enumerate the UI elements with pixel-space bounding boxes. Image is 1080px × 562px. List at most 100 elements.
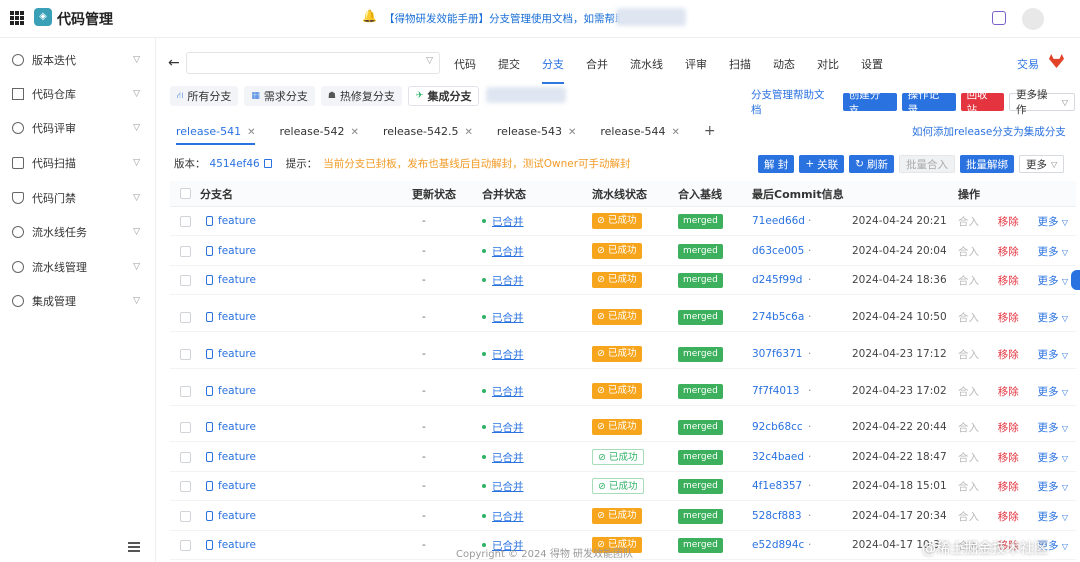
commit-hash[interactable]: 7f7f4013 xyxy=(752,385,808,397)
tab-compare[interactable]: 对比 xyxy=(817,56,839,72)
tab-review[interactable]: 评审 xyxy=(685,56,707,72)
close-icon[interactable]: ✕ xyxy=(247,127,255,138)
commit-hash[interactable]: 307f6371 xyxy=(752,348,808,360)
merge-status[interactable]: 已合并 xyxy=(492,420,524,435)
branch-name[interactable]: feature xyxy=(218,385,256,397)
more-button[interactable]: 更多 ▽ xyxy=(1018,155,1065,173)
pipeline-status-badge[interactable]: ⊘ 已成功 xyxy=(592,309,642,325)
remove-button[interactable]: 移除 xyxy=(998,244,1019,259)
repo-select[interactable]: ▽ xyxy=(186,52,440,74)
commit-hash[interactable]: e52d894c xyxy=(752,539,808,551)
tab-scan[interactable]: 扫描 xyxy=(729,56,751,72)
apps-grid-icon[interactable] xyxy=(10,11,24,25)
branch-name[interactable]: feature xyxy=(218,539,256,551)
branch-name-cell[interactable]: feature xyxy=(200,451,412,463)
branch-name[interactable]: feature xyxy=(218,510,256,522)
row-more-button[interactable]: 更多 ▽ xyxy=(1038,420,1069,435)
branch-name-cell[interactable]: feature xyxy=(200,421,412,433)
remove-button[interactable]: 移除 xyxy=(998,509,1019,524)
add-tab-icon[interactable]: + xyxy=(704,123,716,139)
close-icon[interactable]: ✕ xyxy=(671,127,679,138)
pipeline-status-badge[interactable]: ⊘ 已成功 xyxy=(592,346,642,362)
branch-name-cell[interactable]: feature xyxy=(200,311,412,323)
release-tab[interactable]: release-544 ✕ xyxy=(600,125,679,138)
unseal-button[interactable]: 解 封 xyxy=(758,155,795,173)
sidebar-item-pipeline-manage[interactable]: 流水线管理 ▽ xyxy=(0,252,156,282)
branch-name-cell[interactable]: feature xyxy=(200,510,412,522)
sidebar-item-pipeline-task[interactable]: 流水线任务 ▽ xyxy=(0,217,156,247)
row-more-button[interactable]: 更多 ▽ xyxy=(1038,384,1069,399)
merge-in-button[interactable]: 合入 xyxy=(958,347,979,362)
merge-status[interactable]: 已合并 xyxy=(492,509,524,524)
floating-help-button[interactable] xyxy=(1071,270,1080,290)
tab-commits[interactable]: 提交 xyxy=(498,56,520,72)
pipeline-status-badge[interactable]: ⊘ 已成功 xyxy=(592,383,642,399)
filter-requirement-branches[interactable]: ▦ 需求分支 xyxy=(244,86,315,106)
branch-name[interactable]: feature xyxy=(218,421,256,433)
refresh-button[interactable]: ↻ 刷新 xyxy=(849,155,894,173)
merge-status[interactable]: 已合并 xyxy=(492,384,524,399)
merge-in-button[interactable]: 合入 xyxy=(958,214,979,229)
release-tab[interactable]: release-542.5 ✕ xyxy=(383,125,473,138)
row-more-button[interactable]: 更多 ▽ xyxy=(1038,347,1069,362)
branch-name[interactable]: feature xyxy=(218,451,256,463)
commit-hash[interactable]: d63ce005 xyxy=(752,245,808,257)
branch-name[interactable]: feature xyxy=(218,215,256,227)
merge-status-cell[interactable]: 已合并 xyxy=(482,214,592,229)
commit-hash[interactable]: 274b5c6a xyxy=(752,311,808,323)
help-doc-link[interactable]: 分支管理帮助文档 xyxy=(751,87,835,117)
row-checkbox[interactable] xyxy=(179,480,191,492)
merge-status[interactable]: 已合并 xyxy=(492,214,524,229)
merge-in-button[interactable]: 合入 xyxy=(958,273,979,288)
tab-activity[interactable]: 动态 xyxy=(773,56,795,72)
commit-hash[interactable]: 528cf883 xyxy=(752,510,808,522)
branch-name[interactable]: feature xyxy=(218,245,256,257)
merge-status-cell[interactable]: 已合并 xyxy=(482,244,592,259)
commit-hash[interactable]: 32c4baed xyxy=(752,451,808,463)
pipeline-status-badge[interactable]: ⊘ 已成功 xyxy=(592,419,642,435)
batch-unbind-button[interactable]: 批量解绑 xyxy=(959,155,1014,173)
row-more-button[interactable]: 更多 ▽ xyxy=(1038,273,1069,288)
remove-button[interactable]: 移除 xyxy=(998,479,1019,494)
row-more-button[interactable]: 更多 ▽ xyxy=(1038,244,1069,259)
remove-button[interactable]: 移除 xyxy=(998,214,1019,229)
merge-status-cell[interactable]: 已合并 xyxy=(482,310,592,325)
branch-name-cell[interactable]: feature xyxy=(200,245,412,257)
row-more-button[interactable]: 更多 ▽ xyxy=(1038,479,1069,494)
pipeline-status-badge[interactable]: ⊘ 已成功 xyxy=(592,449,644,465)
row-checkbox[interactable] xyxy=(179,245,191,257)
branch-name[interactable]: feature xyxy=(218,480,256,492)
commit-hash[interactable]: d245f99d xyxy=(752,274,808,286)
sidebar-item-review[interactable]: 代码评审 ▽ xyxy=(0,113,156,143)
release-tab[interactable]: release-542 ✕ xyxy=(279,125,358,138)
user-avatar[interactable] xyxy=(1022,8,1044,30)
branch-name-cell[interactable]: feature xyxy=(200,274,412,286)
row-checkbox[interactable] xyxy=(179,215,191,227)
merge-status[interactable]: 已合并 xyxy=(492,450,524,465)
remove-button[interactable]: 移除 xyxy=(998,273,1019,288)
row-checkbox[interactable] xyxy=(179,348,191,360)
branch-name[interactable]: feature xyxy=(218,311,256,323)
merge-status-cell[interactable]: 已合并 xyxy=(482,420,592,435)
more-actions-button[interactable]: 更多操作 ▽ xyxy=(1008,89,1075,116)
merge-in-button[interactable]: 合入 xyxy=(958,450,979,465)
remove-button[interactable]: 移除 xyxy=(998,347,1019,362)
gitlab-icon[interactable] xyxy=(1049,54,1064,68)
filter-integration-branches[interactable]: ✈ 集成分支 xyxy=(407,86,480,106)
batch-merge-button[interactable]: 批量合入 xyxy=(898,155,955,173)
sidebar-item-iteration[interactable]: 版本迭代 ▽ xyxy=(0,45,156,75)
remove-button[interactable]: 移除 xyxy=(998,450,1019,465)
row-checkbox[interactable] xyxy=(179,451,191,463)
row-checkbox[interactable] xyxy=(179,510,191,522)
merge-status[interactable]: 已合并 xyxy=(492,310,524,325)
merge-status-cell[interactable]: 已合并 xyxy=(482,273,592,288)
merge-status[interactable]: 已合并 xyxy=(492,273,524,288)
branch-name-cell[interactable]: feature xyxy=(200,385,412,397)
merge-status[interactable]: 已合并 xyxy=(492,347,524,362)
close-icon[interactable]: ✕ xyxy=(351,127,359,138)
release-tab[interactable]: release-543 ✕ xyxy=(497,125,576,138)
version-value[interactable]: 4514ef46 xyxy=(210,158,260,170)
pipeline-status-badge[interactable]: ⊘ 已成功 xyxy=(592,213,642,229)
notes-icon[interactable] xyxy=(992,11,1006,25)
merge-in-button[interactable]: 合入 xyxy=(958,384,979,399)
